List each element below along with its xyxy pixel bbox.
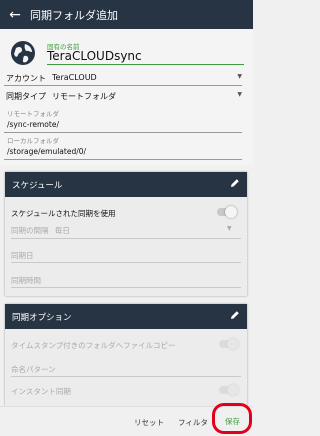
divider: [4, 85, 242, 86]
local-folder-input[interactable]: /storage/emulated/0/: [7, 147, 86, 156]
app-bar: ← 同期フォルダ追加: [0, 0, 253, 29]
name-input[interactable]: TeraCLOUDsync: [47, 49, 244, 65]
timestamp-copy-toggle[interactable]: [219, 338, 239, 350]
instant-sync-label: インスタント同期: [11, 387, 71, 396]
dropdown-arrow-icon: ▼: [237, 91, 242, 98]
divider: [4, 159, 242, 160]
divider: [11, 376, 241, 377]
account-select[interactable]: アカウント TeraCLOUD ▼: [6, 73, 242, 84]
sync-interval-select[interactable]: 同期の間隔 毎日: [11, 225, 70, 236]
sync-options-card-header: 同期オプション: [5, 304, 247, 329]
divider: [4, 132, 242, 133]
schedule-card-title: スケジュール: [12, 180, 63, 191]
schedule-card-header: スケジュール: [5, 172, 247, 197]
save-button[interactable]: 保存: [225, 416, 240, 427]
sync-time-field[interactable]: 同期時間: [11, 275, 41, 286]
edit-pencil-icon[interactable]: [230, 178, 240, 188]
schedule-card: スケジュール スケジュールされた同期を使用 同期の間隔 毎日 ▼ 同期日 同期時…: [5, 172, 247, 296]
use-schedule-label: スケジュールされた同期を使用: [11, 209, 116, 218]
sync-interval-value: 毎日: [54, 226, 70, 235]
edit-pencil-icon[interactable]: [230, 310, 240, 320]
local-folder-label: ローカルフォルダ: [7, 137, 59, 145]
sync-interval-label: 同期の間隔: [11, 226, 49, 235]
dropdown-arrow-icon: ▼: [237, 73, 242, 80]
folder-settings-section: 固有の名前 TeraCLOUDsync アカウント TeraCLOUD ▼ 同期…: [0, 29, 253, 165]
naming-pattern-field[interactable]: 命名パターン: [11, 364, 56, 375]
sync-options-card-title: 同期オプション: [12, 312, 72, 323]
sync-type-value: リモートフォルダ: [52, 92, 116, 101]
sync-day-field[interactable]: 同期日: [11, 250, 34, 261]
sync-options-card: 同期オプション タイムスタンプ付きのフォルダへファイルコピー 命名パターン イン…: [5, 304, 247, 406]
timestamp-copy-label: タイムスタンプ付きのフォルダへファイルコピー: [11, 341, 176, 350]
page-title: 同期フォルダ追加: [30, 8, 118, 22]
back-arrow-icon[interactable]: ←: [0, 7, 30, 23]
divider: [11, 287, 241, 288]
divider: [11, 262, 241, 263]
filter-button[interactable]: フィルタ: [178, 417, 208, 428]
account-value: TeraCLOUD: [52, 73, 97, 82]
sync-type-select[interactable]: 同期タイプ リモートフォルダ ▼: [6, 91, 242, 102]
remote-folder-input[interactable]: /sync-remote/: [7, 120, 59, 129]
use-schedule-toggle[interactable]: [217, 206, 237, 218]
reset-button[interactable]: リセット: [134, 417, 164, 428]
dropdown-arrow-icon: ▼: [227, 225, 232, 232]
account-label: アカウント: [6, 74, 46, 83]
sync-type-label: 同期タイプ: [6, 92, 46, 101]
globe-icon: [11, 41, 35, 65]
remote-folder-label: リモートフォルダ: [7, 110, 59, 118]
divider: [11, 238, 241, 239]
instant-sync-toggle[interactable]: [219, 384, 239, 396]
